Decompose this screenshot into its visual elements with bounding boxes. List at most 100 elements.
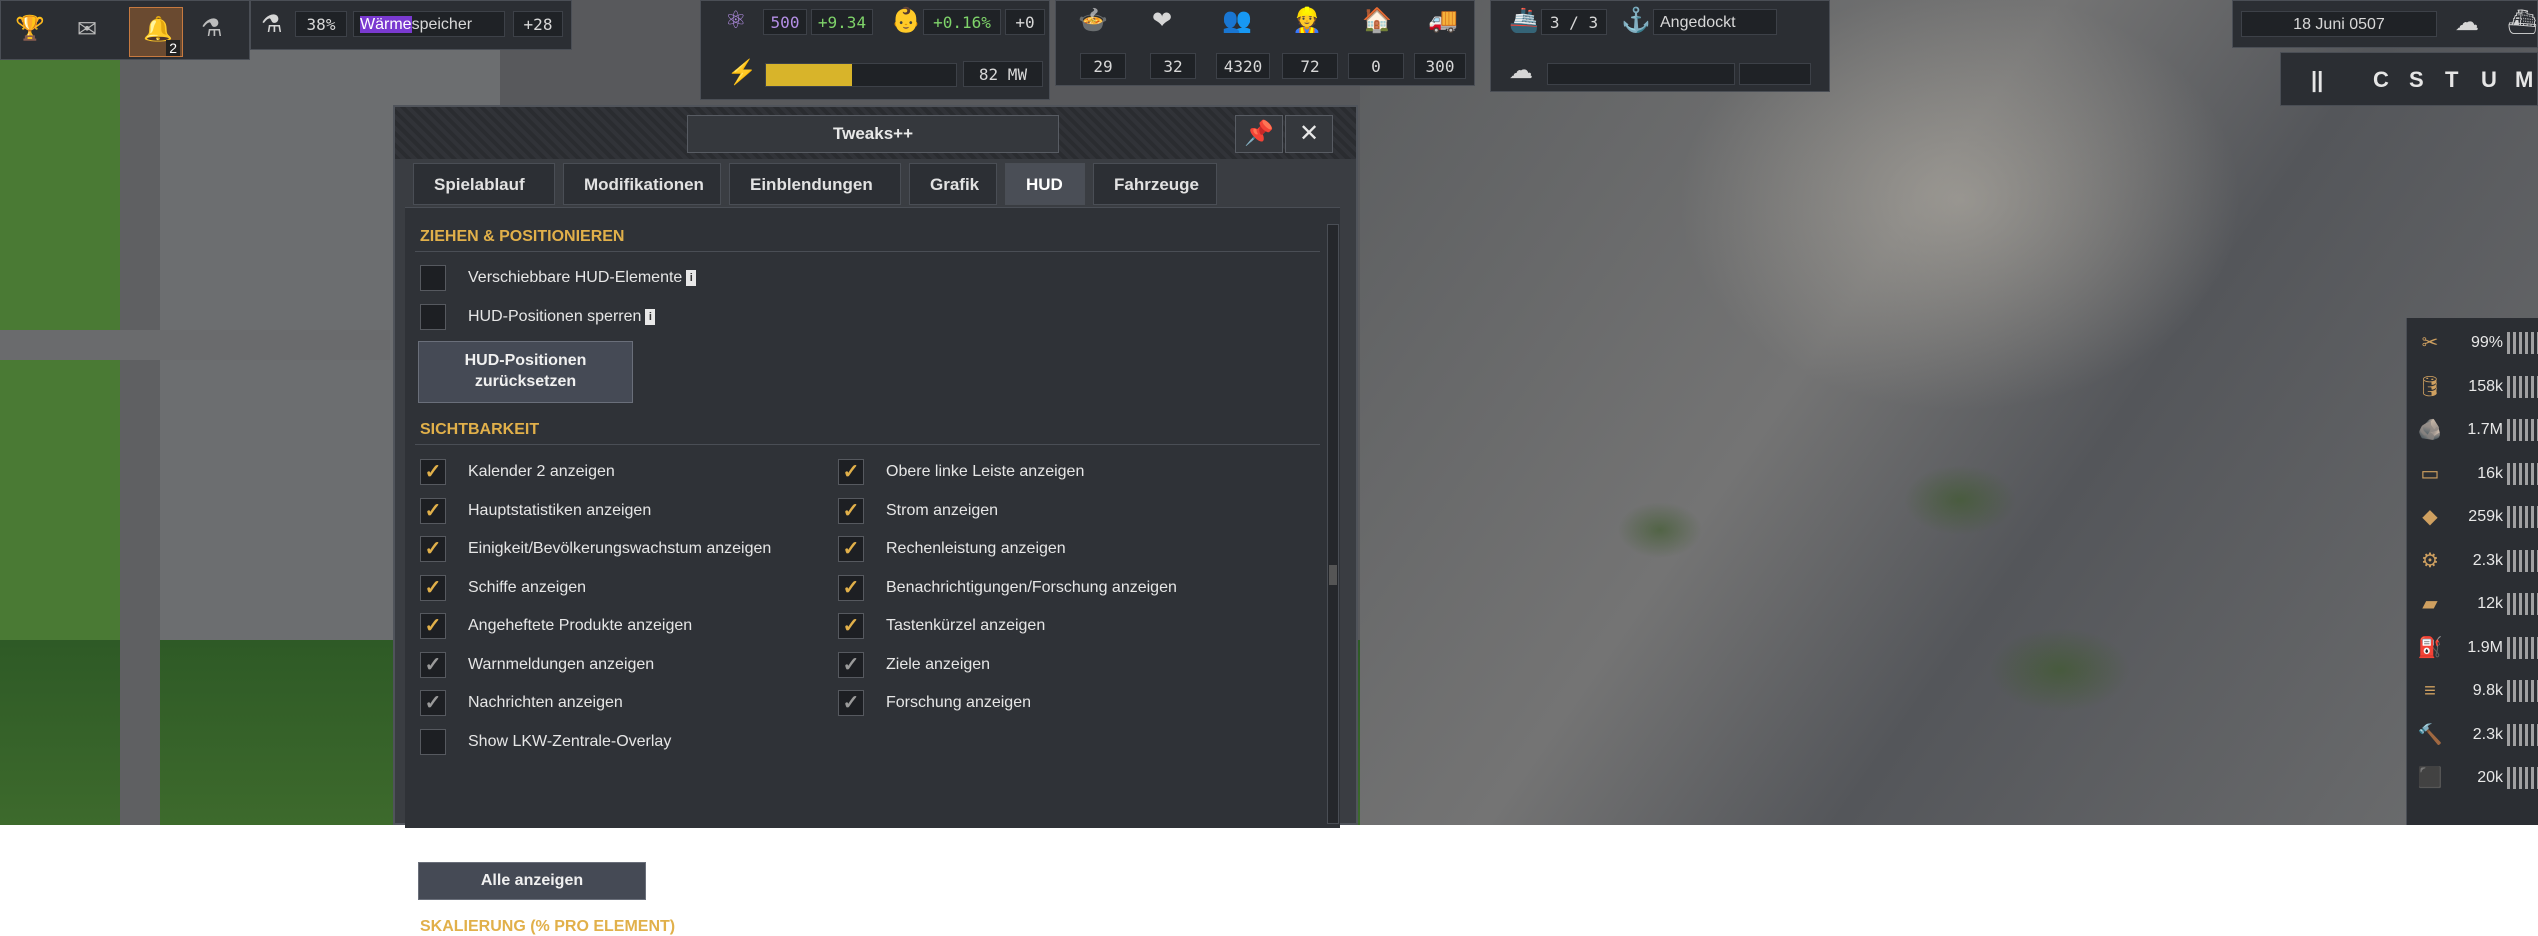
tab-grafik[interactable]: Grafik <box>909 163 997 205</box>
pinned-product-row[interactable]: 🪨 1.7M <box>2407 409 2538 451</box>
option-label: Tastenkürzel anzeigen <box>886 617 1046 634</box>
rock-icon: 🪨 <box>2417 419 2443 441</box>
reset-button-line1: HUD-Positionen <box>464 352 587 369</box>
shortcut-s[interactable]: S <box>2409 67 2424 93</box>
shortcut-m[interactable]: M <box>2515 67 2533 93</box>
pinned-product-value: 2.3k <box>2472 551 2503 569</box>
lightning-icon: ⚡ <box>727 59 757 86</box>
scrollbar-thumb[interactable] <box>1329 565 1337 585</box>
unity-value: 500 <box>763 9 807 35</box>
pinned-product-value: 20k <box>2477 769 2503 786</box>
pinned-product-bars <box>2507 332 2538 354</box>
tab-fahrzeuge[interactable]: Fahrzeuge <box>1093 163 1217 205</box>
flask-icon[interactable]: ⚗ <box>201 17 223 41</box>
research-bar[interactable]: ⚗ 38% Wärmespeicher +28 <box>250 0 572 50</box>
checkbox[interactable]: ✓ <box>420 690 446 716</box>
checkbox[interactable]: ✓ <box>420 651 446 678</box>
pinned-product-row[interactable]: ▰ 12k <box>2407 583 2538 625</box>
vehicles-value: 300 <box>1414 53 1466 79</box>
tab-hud[interactable]: HUD <box>1005 163 1085 205</box>
pinned-product-row[interactable]: ≡ 9.8k <box>2407 670 2538 712</box>
notifications-button[interactable]: 🔔 2 <box>129 7 183 57</box>
unity-delta: +9.34 <box>811 9 873 35</box>
pinned-products-list: ✂ 99% 🛢 158k 🪨 1.7M ▭ 16k ◆ 259k ⚙ 2.3k ▰ 12k ⛽ 1.9M ≡ 9.… <box>2406 318 2538 825</box>
dialog-header[interactable]: Tweaks++ 📌 ✕ <box>395 107 1356 159</box>
plate-icon: ▭ <box>2420 462 2440 485</box>
shortcut-pause[interactable]: || <box>2311 67 2323 93</box>
option-label: Verschiebbare HUD-Elemente <box>468 269 683 286</box>
dialog-scrollbar[interactable] <box>1327 224 1339 824</box>
option-label: Warnmeldungen anzeigen <box>468 655 655 673</box>
pinned-product-row[interactable]: ◆ 259k <box>2407 496 2538 538</box>
date-display: 18 Juni 0507 <box>2241 11 2437 37</box>
pinned-product-row[interactable]: 🔨 2.3k <box>2407 714 2538 756</box>
ore-icon: ◆ <box>2422 506 2438 528</box>
option-label: Angeheftete Produkte anzeigen <box>468 617 693 634</box>
calendar-panel: 18 Juni 0507 ☁ ⛴ <box>2232 0 2538 48</box>
shortcut-t[interactable]: T <box>2445 67 2458 93</box>
checkbox[interactable]: ✓ <box>420 613 446 639</box>
checkbox[interactable]: ✓ <box>838 651 864 678</box>
checkbox[interactable]: ✓ <box>838 459 864 485</box>
pinned-product-value: 1.9M <box>2467 638 2503 656</box>
divider <box>415 251 1320 252</box>
reset-button-line2: zurücksetzen <box>474 373 577 390</box>
health-icon: ❤ <box>1152 7 1173 34</box>
option-label: Hauptstatistiken anzeigen <box>468 501 652 519</box>
tab-spielablauf[interactable]: Spielablauf <box>413 163 555 205</box>
info-icon[interactable]: i <box>645 308 656 325</box>
pinned-product-row[interactable]: ⚙ 2.3k <box>2407 540 2538 582</box>
pinned-product-value: 12k <box>2477 595 2503 612</box>
checkbox[interactable]: ✓ <box>838 497 864 524</box>
pinned-product-bars <box>2507 375 2538 398</box>
pinned-product-row[interactable]: ⬛ 20k <box>2407 757 2538 799</box>
pinned-product-value: 9.8k <box>2472 682 2503 699</box>
pinned-product-bars <box>2507 767 2538 789</box>
checkbox[interactable]: ✓ <box>420 497 446 524</box>
ships-count: 3 / 3 <box>1541 9 1607 35</box>
checkbox[interactable]: ✓ <box>420 459 446 485</box>
checkbox[interactable]: ✓ <box>420 304 446 330</box>
pinned-product-row[interactable]: ⛽ 1.9M <box>2407 627 2538 669</box>
checkbox[interactable]: ✓ <box>838 536 864 562</box>
pinned-product-row[interactable]: ▭ 16k <box>2407 453 2538 495</box>
checkbox[interactable]: ✓ <box>838 574 864 601</box>
food-value: 29 <box>1080 53 1126 79</box>
power-bar <box>765 63 957 87</box>
research-name-rest: speicher <box>411 16 473 33</box>
close-button[interactable]: ✕ <box>1285 115 1333 153</box>
ship-icon[interactable]: ⛴ <box>2507 11 2537 35</box>
cloud-icon[interactable]: ☁ <box>2455 11 2479 35</box>
weather-bar <box>1547 63 1735 85</box>
divider <box>415 444 1320 445</box>
checkbox[interactable]: ✓ <box>420 536 446 562</box>
pinned-product-bars <box>2507 723 2538 746</box>
hammer-icon: 🔨 <box>2417 723 2443 746</box>
shortcut-u[interactable]: U <box>2481 67 2497 93</box>
mail-icon[interactable]: ✉ <box>77 18 97 42</box>
checkbox[interactable]: ✓ <box>420 728 446 755</box>
checkbox[interactable]: ✓ <box>838 690 864 716</box>
checkbox[interactable]: ✓ <box>838 613 864 639</box>
checkbox[interactable]: ✓ <box>420 574 446 601</box>
trophy-icon[interactable]: 🏆 <box>15 17 45 41</box>
option-label: Show LKW-Zentrale-Overlay <box>468 732 672 750</box>
checkbox[interactable]: ✓ <box>420 265 446 291</box>
tools-icon: ✂ <box>2421 332 2439 354</box>
pinned-product-bars <box>2507 680 2538 702</box>
info-icon[interactable]: i <box>686 269 697 286</box>
reset-hud-positions-button[interactable]: HUD-Positionen zurücksetzen <box>418 341 633 403</box>
show-all-button[interactable]: Alle anzeigen <box>418 862 646 900</box>
tab-modifikationen[interactable]: Modifikationen <box>563 163 721 205</box>
fuel-icon: ⛽ <box>2417 636 2443 659</box>
pin-button[interactable]: 📌 <box>1235 115 1283 153</box>
map-terrain[interactable] <box>1360 0 2538 825</box>
population-growth-icon: 👶 <box>891 7 921 34</box>
research-percent: 38% <box>295 11 347 37</box>
health-value: 32 <box>1150 53 1196 79</box>
pinned-product-row[interactable]: 🛢 158k <box>2407 366 2538 408</box>
shortcut-c[interactable]: C <box>2373 67 2389 93</box>
pinned-product-row[interactable]: ✂ 99% <box>2407 322 2538 364</box>
option-label: Strom anzeigen <box>886 501 999 519</box>
tab-einblendungen[interactable]: Einblendungen <box>729 163 901 205</box>
